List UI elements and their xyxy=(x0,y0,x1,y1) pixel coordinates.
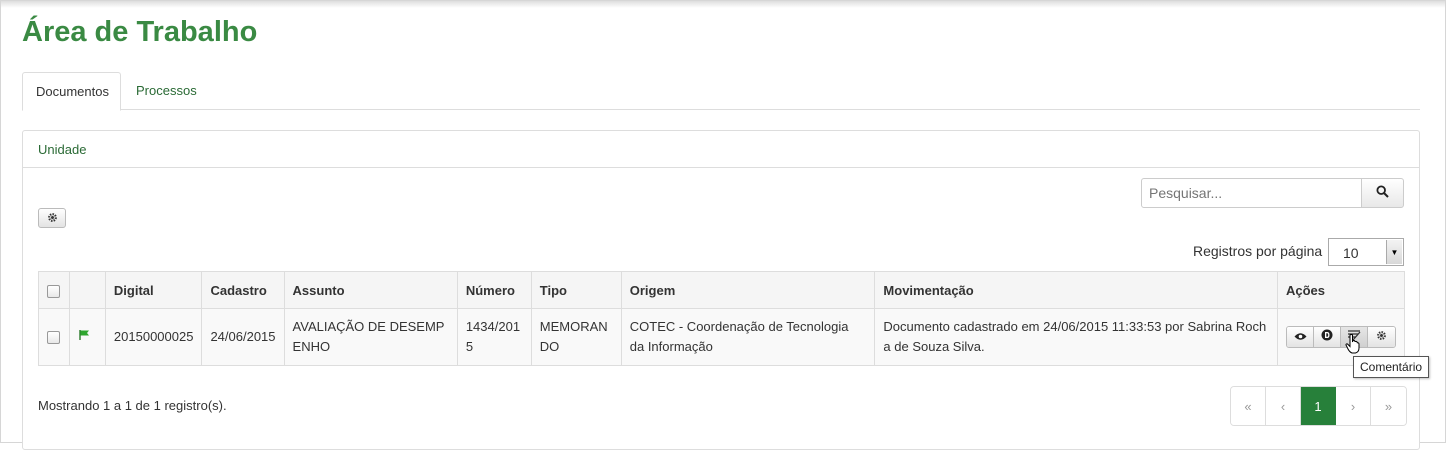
flag-column-header xyxy=(68,271,106,309)
hand-cursor-icon xyxy=(1345,334,1361,357)
table-settings-button[interactable] xyxy=(38,208,66,228)
document-circle-icon xyxy=(1321,327,1333,347)
pagination-first[interactable]: « xyxy=(1231,387,1266,425)
row-actions-group xyxy=(1286,326,1396,348)
records-per-page-select[interactable]: 10 ▼ xyxy=(1328,238,1404,266)
search-input[interactable] xyxy=(1141,178,1362,208)
row-checkbox[interactable] xyxy=(47,331,60,345)
comment-tooltip: Comentário xyxy=(1353,356,1430,378)
showing-records-text: Mostrando 1 a 1 de 1 registro(s). xyxy=(38,398,227,413)
pagination-last[interactable]: » xyxy=(1371,387,1406,425)
table-header-row: Digital Cadastro Assunto Número Tipo Ori… xyxy=(38,271,1405,309)
pagination-page-current[interactable]: 1 xyxy=(1301,387,1336,425)
eye-icon xyxy=(1294,327,1307,347)
search-icon xyxy=(1376,185,1389,201)
column-header-digital[interactable]: Digital xyxy=(104,271,203,309)
view-button[interactable] xyxy=(1287,327,1314,347)
documents-table: Digital Cadastro Assunto Número Tipo Ori… xyxy=(38,271,1405,366)
cell-tipo: MEMORAN DO xyxy=(530,308,622,366)
dropdown-arrow-icon[interactable]: ▼ xyxy=(1386,240,1402,264)
tab-bar: Documentos Processos xyxy=(22,72,1420,111)
flag-icon xyxy=(78,329,90,344)
gear-icon xyxy=(47,211,58,226)
cell-digital: 20150000025 xyxy=(104,308,203,366)
cell-numero: 1434/201 5 xyxy=(456,308,532,366)
cell-cadastro: 24/06/2015 xyxy=(201,308,285,366)
column-header-numero[interactable]: Número xyxy=(456,271,532,309)
select-all-cell xyxy=(38,271,70,309)
column-header-tipo[interactable]: Tipo xyxy=(530,271,622,309)
panel-heading-unidade[interactable]: Unidade xyxy=(23,131,1419,168)
search-group xyxy=(1141,178,1404,208)
pagination-next[interactable]: › xyxy=(1336,387,1371,425)
records-per-page-label: Registros por página xyxy=(1193,243,1323,259)
pagination: « ‹ 1 › » xyxy=(1230,386,1407,426)
column-header-origem[interactable]: Origem xyxy=(620,271,876,309)
column-header-acoes: Ações xyxy=(1277,271,1405,309)
column-header-movimentacao[interactable]: Movimentação xyxy=(874,271,1278,309)
column-header-cadastro[interactable]: Cadastro xyxy=(201,271,285,309)
row-settings-button[interactable] xyxy=(1368,327,1395,347)
cell-assunto: AVALIAÇÃO DE DESEMP ENHO xyxy=(283,308,458,366)
tab-processos[interactable]: Processos xyxy=(123,72,210,110)
page-title: Área de Trabalho xyxy=(22,16,258,48)
records-per-page-value: 10 xyxy=(1343,245,1359,261)
documents-panel: Unidade Registros por página 10 ▼ Digita… xyxy=(22,130,1430,450)
cell-movimentacao: Documento cadastrado em 24/06/2015 11:33… xyxy=(874,308,1278,366)
row-select-cell xyxy=(38,308,70,366)
pagination-previous[interactable]: ‹ xyxy=(1266,387,1301,425)
tab-documentos[interactable]: Documentos xyxy=(22,72,121,111)
search-button[interactable] xyxy=(1361,178,1404,208)
cell-origem: COTEC - Coordenação de Tecnologia da Inf… xyxy=(620,308,876,366)
select-all-checkbox[interactable] xyxy=(47,284,60,298)
table-row: 20150000025 24/06/2015 AVALIAÇÃO DE DESE… xyxy=(38,308,1405,366)
row-flag-cell xyxy=(68,308,106,366)
gear-icon xyxy=(1376,327,1387,347)
column-header-assunto[interactable]: Assunto xyxy=(283,271,458,309)
document-button[interactable] xyxy=(1314,327,1341,347)
